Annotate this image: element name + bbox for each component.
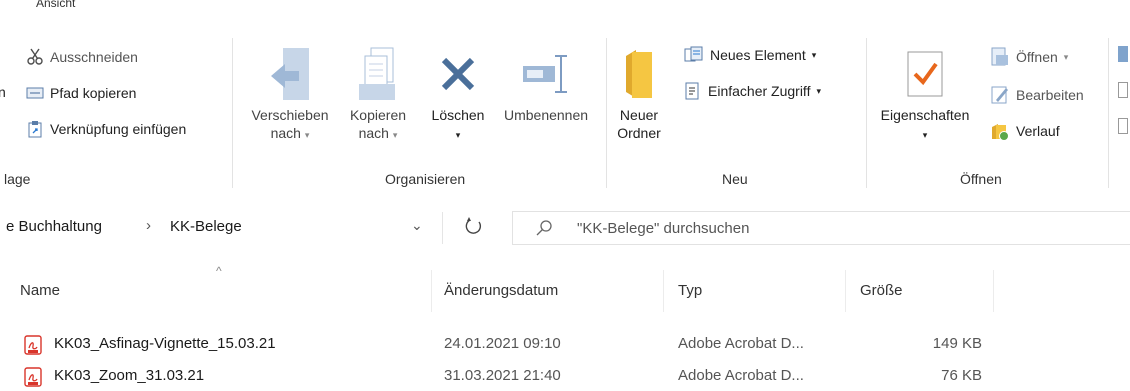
properties-button[interactable]: Eigenschaften ▾	[870, 42, 980, 144]
delete-button[interactable]: Löschen ▾	[424, 42, 492, 144]
column-header-size[interactable]: Größe	[846, 270, 994, 312]
group-divider	[866, 38, 867, 188]
path-icon	[26, 86, 44, 100]
breadcrumb-parent[interactable]: e Buchhaltung	[6, 218, 102, 235]
history-icon	[990, 121, 1010, 141]
file-size: 149 KB	[932, 335, 982, 352]
file-type: Adobe Acrobat D...	[678, 367, 804, 384]
ribbon: Ausschneiden Pfad kopieren Verknüpfung e…	[0, 24, 1130, 189]
history-label: Verlauf	[1016, 123, 1060, 139]
column-header-name[interactable]: Name ^	[0, 264, 432, 312]
search-icon	[535, 219, 553, 240]
edit-pencil-icon	[990, 85, 1010, 105]
file-row[interactable]: KK03_Asfinag-Vignette_15.03.21 24.01.202…	[0, 331, 1130, 357]
file-size: 76 KB	[941, 367, 982, 384]
easy-access-icon	[684, 82, 702, 100]
cut-button[interactable]: Ausschneiden	[26, 46, 138, 68]
easy-access-label: Einfacher Zugriff	[708, 83, 811, 99]
move-to-button[interactable]: Verschieben nach ▾	[240, 42, 340, 144]
select-group-partial	[1118, 46, 1130, 146]
rename-label: Umbenennen	[503, 107, 589, 123]
move-to-label-line1: Verschieben	[251, 107, 329, 123]
paste-shortcut-label: Verknüpfung einfügen	[50, 121, 187, 137]
new-group-label: Neu	[722, 171, 748, 187]
new-folder-button[interactable]: Neuer Ordner	[612, 42, 666, 142]
copy-to-label-line1: Kopieren	[349, 107, 407, 123]
folder-icon	[622, 42, 656, 106]
file-name: KK03_Asfinag-Vignette_15.03.21	[54, 335, 276, 352]
search-input[interactable]: "KK-Belege" durchsuchen	[577, 220, 749, 237]
copy-path-button[interactable]: Pfad kopieren	[26, 82, 136, 104]
move-to-icon	[269, 42, 311, 106]
copy-to-button[interactable]: Kopieren nach ▾	[338, 42, 418, 144]
delete-x-icon	[438, 42, 478, 106]
easy-access-button[interactable]: Einfacher Zugriff ▾	[684, 80, 821, 102]
file-row[interactable]: KK03_Zoom_31.03.21 31.03.2021 21:40 Adob…	[0, 363, 1130, 389]
column-header-date[interactable]: Änderungsdatum	[432, 270, 664, 312]
file-date: 31.03.2021 21:40	[444, 367, 561, 384]
paste-shortcut-button[interactable]: Verknüpfung einfügen	[26, 118, 186, 140]
edit-label: Bearbeiten	[1016, 87, 1084, 103]
rename-button[interactable]: Umbenennen	[492, 42, 600, 124]
address-bar[interactable]: e Buchhaltung › KK-Belege ⌄	[0, 212, 500, 244]
group-divider	[606, 38, 607, 188]
file-type: Adobe Acrobat D...	[678, 335, 804, 352]
new-item-button[interactable]: Neues Element ▾	[684, 44, 816, 66]
file-date: 24.01.2021 09:10	[444, 335, 561, 352]
open-button[interactable]: Öffnen ▾	[990, 46, 1068, 68]
sort-ascending-icon: ^	[216, 264, 222, 278]
delete-dropdown-arrow[interactable]: ▾	[456, 124, 461, 144]
address-divider	[442, 212, 443, 244]
new-item-icon	[684, 46, 704, 64]
new-folder-label-line2: Ordner	[617, 125, 661, 141]
group-divider	[232, 38, 233, 188]
column-header-type[interactable]: Typ	[664, 270, 846, 312]
copy-to-label-line2: nach ▾	[358, 125, 398, 141]
new-item-dropdown-arrow[interactable]: ▾	[812, 50, 817, 61]
edit-button[interactable]: Bearbeiten	[990, 84, 1084, 106]
properties-check-icon	[905, 42, 945, 106]
open-dropdown-arrow[interactable]: ▾	[1064, 52, 1069, 63]
column-size-label: Größe	[860, 282, 903, 299]
column-date-label: Änderungsdatum	[444, 282, 559, 299]
select-none-icon	[1118, 82, 1128, 98]
select-all-icon	[1118, 46, 1128, 62]
easy-access-dropdown-arrow[interactable]: ▾	[816, 86, 821, 97]
file-name: KK03_Zoom_31.03.21	[54, 367, 205, 384]
move-to-label-line2: nach ▾	[270, 125, 310, 141]
new-item-label: Neues Element	[710, 47, 806, 63]
organize-group-label: Organisieren	[385, 171, 466, 187]
open-file-icon	[990, 47, 1010, 67]
open-label: Öffnen	[1016, 49, 1058, 65]
invert-selection-icon	[1118, 118, 1128, 134]
pdf-file-icon	[24, 367, 42, 390]
properties-label: Eigenschaften	[880, 107, 970, 123]
copy-path-label: Pfad kopieren	[50, 85, 137, 101]
paste-shortcut-icon	[26, 120, 44, 138]
copy-to-icon	[357, 42, 399, 106]
rename-icon	[521, 42, 571, 106]
open-group-label: Öffnen	[960, 171, 1002, 187]
column-type-label: Typ	[678, 282, 703, 299]
properties-dropdown-arrow[interactable]: ▾	[923, 124, 928, 144]
new-folder-label-line1: Neuer	[619, 107, 659, 123]
chevron-down-icon[interactable]: ⌄	[411, 217, 423, 234]
history-button[interactable]: Verlauf	[990, 120, 1060, 142]
cut-label: Ausschneiden	[50, 49, 138, 65]
delete-label: Löschen	[431, 107, 485, 123]
search-box[interactable]: "KK-Belege" durchsuchen	[512, 211, 1130, 245]
tab-ansicht[interactable]: Ansicht	[36, 0, 75, 10]
clipboard-truncated-text: n	[0, 84, 6, 100]
group-divider	[1108, 38, 1109, 188]
scissors-icon	[26, 48, 44, 66]
column-name-label: Name	[20, 282, 61, 299]
refresh-icon[interactable]	[464, 216, 486, 238]
clipboard-group-label: lage	[4, 171, 31, 187]
breadcrumb-current[interactable]: KK-Belege	[170, 218, 242, 235]
pdf-file-icon	[24, 335, 42, 358]
breadcrumb-separator[interactable]: ›	[146, 217, 151, 234]
